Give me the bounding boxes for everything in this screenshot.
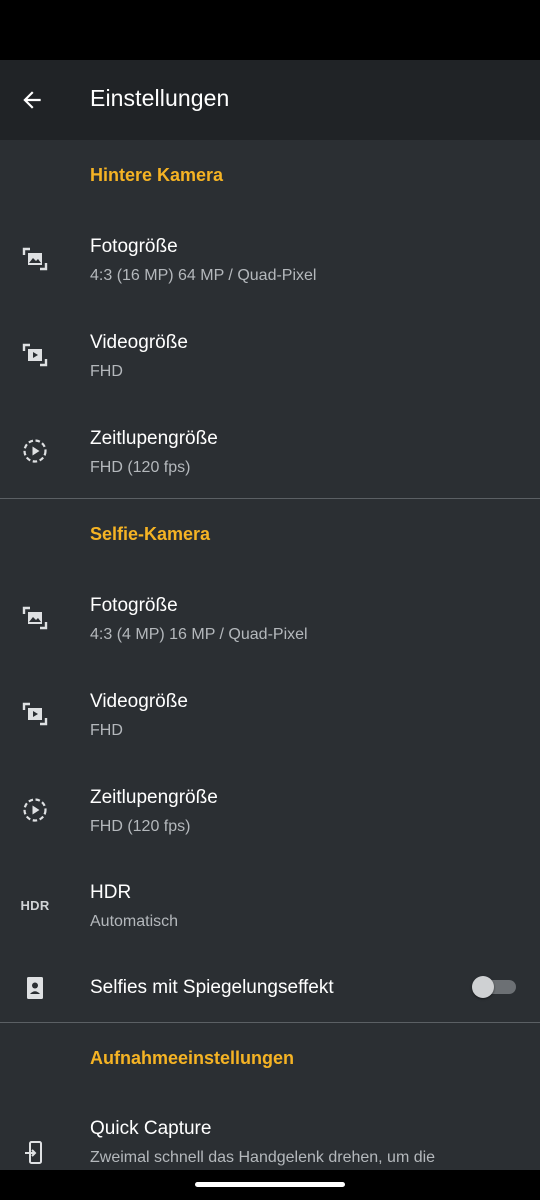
rear-video-size-value: FHD (90, 363, 123, 380)
arrow-back-icon (23, 91, 41, 109)
section-header-selfie-camera: Selfie-Kamera (90, 524, 211, 544)
quick-capture-item[interactable]: Quick Capture Zweimal schnell das Handge… (0, 1102, 540, 1170)
rear-photo-size-value: 4:3 (16 MP) 64 MP / Quad-Pixel (90, 267, 317, 284)
video-size-icon (18, 697, 52, 731)
navigation-bar (0, 1170, 540, 1200)
app-bar: Einstellungen (0, 60, 540, 140)
hdr-value: Automatisch (90, 913, 179, 930)
selfie-video-size-title: Videogröße (90, 691, 188, 712)
mirror-selfie-item[interactable]: Selfies mit Spiegelungseffekt (0, 962, 540, 1034)
hdr-icon: HDR (18, 888, 52, 922)
rear-photo-size-item[interactable]: Fotogröße 4:3 (16 MP) 64 MP / Quad-Pixel (0, 220, 540, 316)
settings-list[interactable]: Hintere Kamera Fotogröße 4:3 (16 MP) 64 … (0, 140, 540, 1170)
selfie-video-size-value: FHD (90, 722, 123, 739)
selfie-photo-size-item[interactable]: Fotogröße 4:3 (4 MP) 16 MP / Quad-Pixel (0, 579, 540, 675)
status-bar (0, 0, 540, 60)
photo-size-icon (18, 601, 52, 635)
selfie-slowmo-size-title: Zeitlupengröße (90, 787, 218, 808)
hdr-item[interactable]: HDR HDR Automatisch (0, 866, 540, 962)
selfie-portrait-icon (18, 971, 52, 1005)
hdr-title: HDR (90, 882, 132, 903)
rear-slowmo-size-title: Zeitlupengröße (90, 428, 218, 449)
rear-video-size-item[interactable]: Videogröße FHD (0, 316, 540, 412)
slow-motion-icon (18, 434, 52, 468)
section-header-rear-camera: Hintere Kamera (90, 165, 224, 185)
quick-capture-title: Quick Capture (90, 1118, 212, 1139)
selfie-photo-size-title: Fotogröße (90, 595, 178, 616)
quick-capture-icon (18, 1136, 52, 1170)
mirror-selfie-title: Selfies mit Spiegelungseffekt (90, 977, 334, 998)
home-indicator[interactable] (195, 1182, 345, 1187)
selfie-photo-size-value: 4:3 (4 MP) 16 MP / Quad-Pixel (90, 626, 308, 643)
section-divider (0, 498, 540, 499)
selfie-slowmo-size-value: FHD (120 fps) (90, 818, 191, 835)
slow-motion-icon (18, 793, 52, 827)
rear-video-size-title: Videogröße (90, 332, 188, 353)
toggle-thumb (472, 976, 494, 998)
video-size-icon (18, 338, 52, 372)
page-title: Einstellungen (90, 85, 230, 111)
selfie-slowmo-size-item[interactable]: Zeitlupengröße FHD (120 fps) (0, 771, 540, 867)
hdr-icon-label: HDR (20, 897, 50, 913)
rear-photo-size-title: Fotogröße (90, 236, 178, 257)
section-header-capture-settings: Aufnahmeeinstellungen (90, 1048, 295, 1068)
mirror-selfie-toggle[interactable] (470, 973, 518, 1001)
back-button[interactable] (8, 76, 56, 124)
photo-size-icon (18, 242, 52, 276)
quick-capture-description: Zweimal schnell das Handgelenk drehen, u… (90, 1149, 436, 1166)
rear-slowmo-size-item[interactable]: Zeitlupengröße FHD (120 fps) (0, 412, 540, 508)
section-divider (0, 1022, 540, 1023)
rear-slowmo-size-value: FHD (120 fps) (90, 459, 191, 476)
selfie-video-size-item[interactable]: Videogröße FHD (0, 675, 540, 771)
